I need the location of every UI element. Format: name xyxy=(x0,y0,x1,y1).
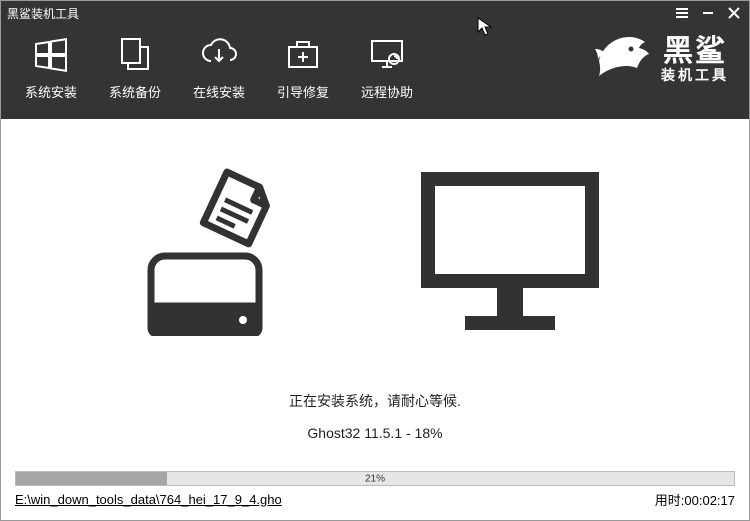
titlebar: 黑鲨装机工具 xyxy=(1,1,749,25)
disk-file-icon xyxy=(145,166,295,341)
nav-label: 远程协助 xyxy=(361,82,413,101)
logo-text-small: 装机工具 xyxy=(661,68,729,83)
nav-remote-assist[interactable]: 远程协助 xyxy=(357,34,417,101)
logo: 黑鲨 装机工具 xyxy=(591,29,729,90)
nav-label: 系统安装 xyxy=(25,82,77,101)
remote-monitor-icon xyxy=(367,34,407,74)
illustration xyxy=(145,166,605,341)
menu-button[interactable] xyxy=(675,6,689,20)
cloud-download-icon xyxy=(199,34,239,74)
nav-online-install[interactable]: 在线安装 xyxy=(189,34,249,101)
progress-label: 21% xyxy=(365,473,385,484)
nav-label: 引导修复 xyxy=(277,82,329,101)
minimize-button[interactable] xyxy=(701,6,715,20)
shark-icon xyxy=(591,29,653,90)
elapsed-time: 用时:00:02:17 xyxy=(655,490,735,509)
nav-system-install[interactable]: 系统安装 xyxy=(21,34,81,101)
monitor-icon xyxy=(415,166,605,341)
progress-bar: 21% xyxy=(15,471,735,486)
nav-label: 在线安装 xyxy=(193,82,245,101)
header: 系统安装 系统备份 在线安装 引导修复 远程协助 xyxy=(1,25,749,119)
ghost-status: Ghost32 11.5.1 - 18% xyxy=(307,425,442,441)
nav-system-backup[interactable]: 系统备份 xyxy=(105,34,165,101)
progress-row: 21% xyxy=(1,471,749,486)
status-text: 正在安装系统，请耐心等候. xyxy=(289,391,461,411)
nav-label: 系统备份 xyxy=(109,82,161,101)
nav: 系统安装 系统备份 在线安装 引导修复 远程协助 xyxy=(21,34,417,101)
footer: E:\win_down_tools_data\764_hei_17_9_4.gh… xyxy=(1,486,749,509)
windows-icon xyxy=(31,34,71,74)
content: 正在安装系统，请耐心等候. Ghost32 11.5.1 - 18% xyxy=(1,119,749,471)
file-path-link[interactable]: E:\win_down_tools_data\764_hei_17_9_4.gh… xyxy=(15,492,282,507)
logo-text-big: 黑鲨 xyxy=(663,35,727,68)
firstaid-icon xyxy=(283,34,323,74)
app-title: 黑鲨装机工具 xyxy=(7,5,79,22)
copy-icon xyxy=(115,34,155,74)
close-button[interactable] xyxy=(727,6,741,20)
nav-boot-repair[interactable]: 引导修复 xyxy=(273,34,333,101)
